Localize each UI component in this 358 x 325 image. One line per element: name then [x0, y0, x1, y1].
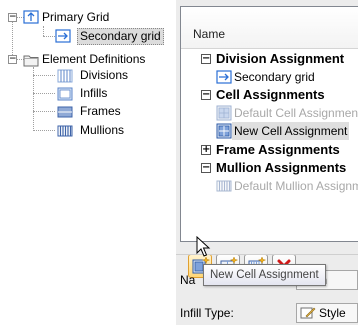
column-header-name[interactable]: Name: [181, 7, 358, 49]
group-mullion-assignments[interactable]: − Mullion Assignments: [181, 159, 358, 177]
mullions-icon: [57, 125, 73, 137]
item-label: Secondary grid: [234, 70, 315, 84]
infill-type-label: Infill Type:: [180, 306, 234, 320]
collapse-toggle[interactable]: −: [201, 90, 211, 100]
tree-connector: [33, 130, 55, 131]
group-cell-assignments[interactable]: − Cell Assignments: [181, 86, 358, 104]
tree-item-label: Primary Grid: [42, 10, 110, 24]
tree-item-label: Frames: [80, 104, 121, 118]
infill-type-value: Style: [319, 306, 346, 320]
tree-item-label: Mullions: [80, 123, 125, 137]
style-icon: [300, 307, 316, 319]
list-item-default-mullion-assignment[interactable]: Default Mullion Assignment: [181, 177, 358, 195]
tree-item-label: Element Definitions: [42, 52, 146, 66]
primary-grid-icon: [23, 10, 39, 24]
group-label: Frame Assignments: [216, 142, 340, 157]
group-label: Cell Assignments: [216, 87, 325, 102]
name-label: Na: [180, 273, 196, 287]
list-item-new-cell-assignment[interactable]: New Cell Assignment: [181, 122, 358, 140]
assignment-list[interactable]: Name − Division Assignment Secondary gri…: [180, 6, 358, 242]
collapse-toggle[interactable]: −: [201, 54, 211, 64]
frames-icon: [57, 106, 73, 118]
tree-item-label: Divisions: [80, 68, 129, 82]
group-division-assignment[interactable]: − Division Assignment: [181, 50, 358, 68]
collapse-toggle[interactable]: −: [201, 163, 211, 173]
tooltip: New Cell Assignment: [203, 264, 326, 286]
divisions-icon: [57, 69, 73, 83]
tree-connector: [33, 93, 55, 94]
tree-connector: [43, 36, 55, 37]
collapse-toggle[interactable]: −: [8, 13, 17, 22]
tree-connector: [33, 67, 34, 131]
group-frame-assignments[interactable]: + Frame Assignments: [181, 141, 358, 159]
folder-icon: [23, 55, 39, 67]
tree-connector: [43, 26, 44, 36]
item-label: New Cell Assignment: [232, 122, 350, 140]
infills-icon: [57, 87, 73, 101]
list-item-secondary-grid[interactable]: Secondary grid: [181, 68, 358, 86]
element-tree: − Primary Grid Secondary grid − Element …: [0, 0, 172, 325]
cell-assignment-icon: [216, 123, 232, 139]
secondary-grid-icon: [216, 70, 232, 84]
collapse-toggle[interactable]: −: [8, 55, 17, 64]
tree-connector: [33, 75, 55, 76]
item-label: Default Mullion Assignment: [234, 179, 358, 193]
list-item-default-cell-assignment[interactable]: Default Cell Assignment: [181, 104, 358, 122]
tree-item-label: Secondary grid: [77, 28, 164, 45]
infill-type-dropdown[interactable]: Style: [296, 303, 358, 323]
mouse-cursor-icon: [196, 236, 211, 257]
item-label: Default Cell Assignment: [234, 106, 358, 120]
tree-item-label: Infills: [80, 86, 108, 100]
expand-toggle[interactable]: +: [201, 145, 211, 155]
tree-connector: [33, 111, 55, 112]
secondary-grid-icon: [55, 29, 71, 43]
mullion-assignment-icon: [216, 180, 232, 192]
cell-assignment-icon: [216, 105, 232, 121]
group-label: Division Assignment: [216, 51, 345, 66]
group-label: Mullion Assignments: [216, 160, 347, 175]
